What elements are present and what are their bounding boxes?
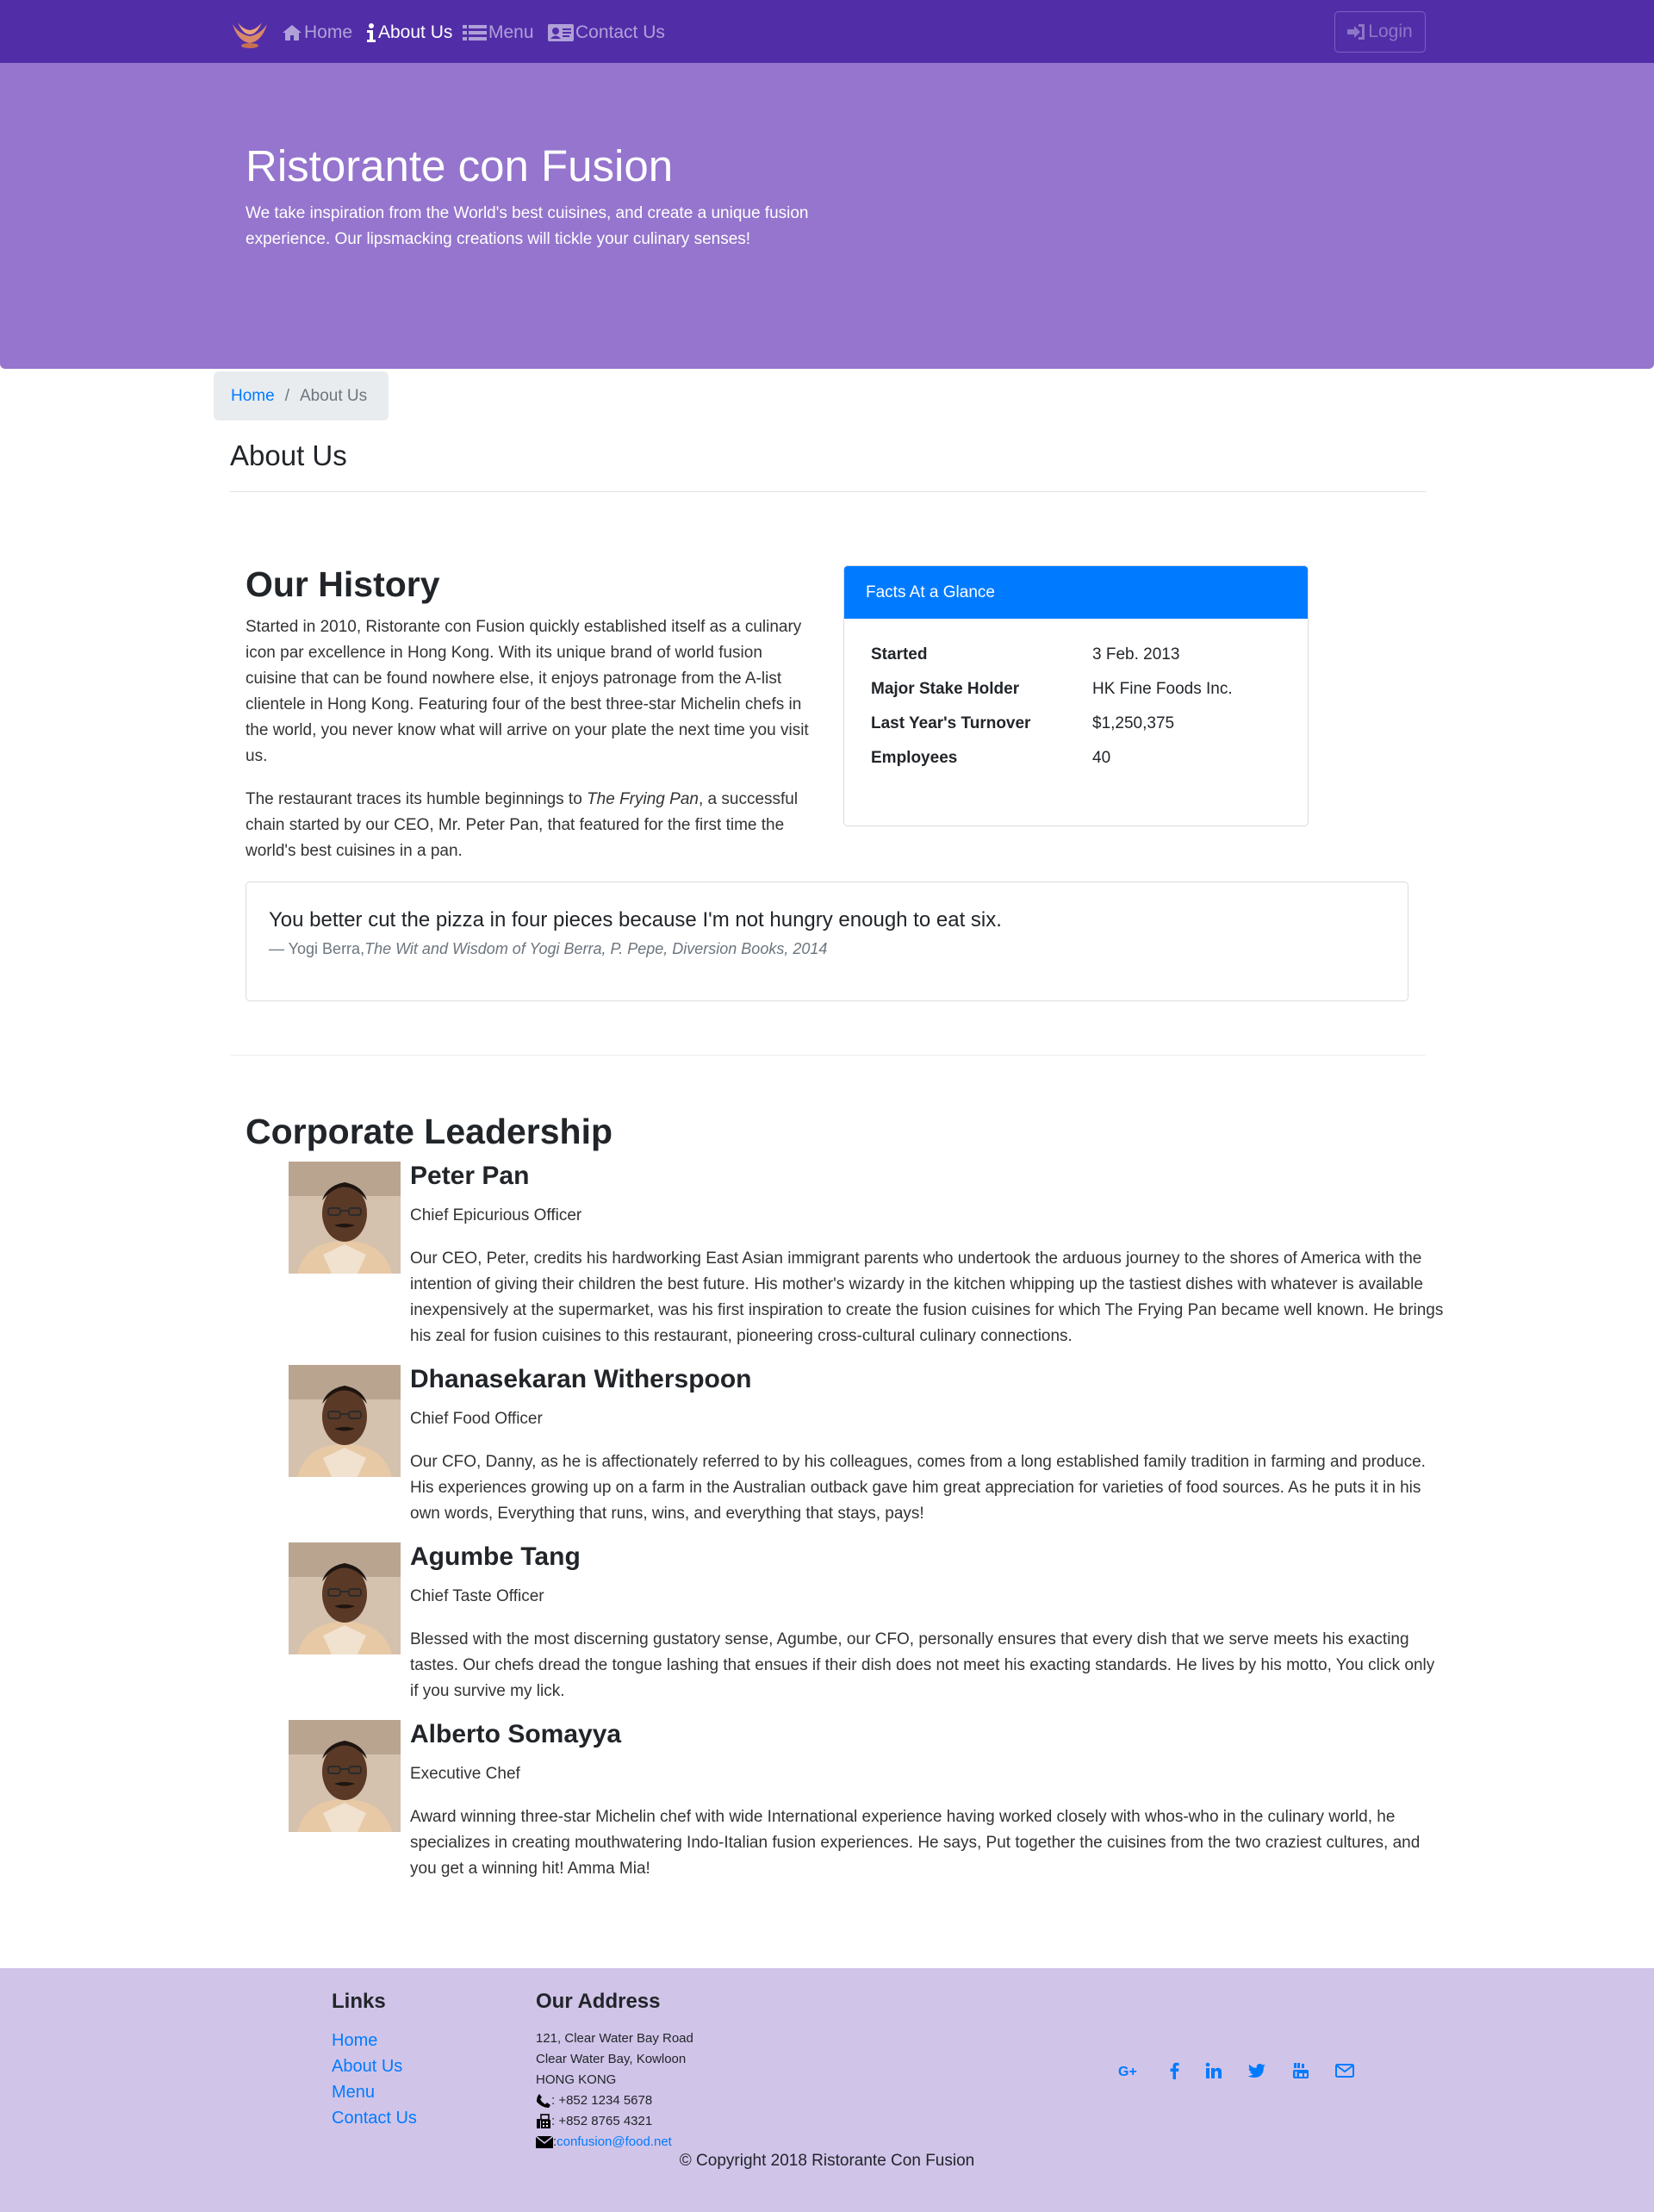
fact-label: Major Stake Holder: [871, 680, 1020, 698]
footer-address-heading: Our Address: [536, 1990, 661, 2013]
address-line: 121, Clear Water Bay Road: [536, 2031, 693, 2046]
envelope-icon: [536, 2135, 553, 2148]
history-paragraph-1: Started in 2010, Ristorante con Fusion q…: [246, 618, 809, 765]
address-line: HONG KONG: [536, 2072, 617, 2087]
brand-logo-icon[interactable]: [229, 16, 270, 50]
leader-role: Chief Taste Officer: [410, 1587, 544, 1605]
fact-value: 3 Feb. 2013: [1092, 645, 1180, 664]
linkedin-icon[interactable]: [1201, 2058, 1227, 2084]
fact-value: 40: [1092, 749, 1111, 767]
address-line: Clear Water Bay, Kowloon: [536, 2052, 687, 2066]
nav-home-label: Home: [304, 22, 353, 42]
google-plus-icon[interactable]: G+: [1117, 2058, 1143, 2084]
restaurant-tagline: We take inspiration from the World's bes…: [246, 204, 809, 248]
nav-about[interactable]: About Us: [366, 21, 452, 45]
avatar: [289, 1720, 401, 1832]
fact-label: Last Year's Turnover: [871, 714, 1031, 732]
facts-card-header: Facts At a Glance: [844, 566, 1308, 619]
fact-value: $1,250,375: [1092, 714, 1175, 732]
footer-link-about[interactable]: About Us: [332, 2053, 417, 2079]
history-heading: Our History: [246, 564, 440, 604]
fax-number: : +852 8765 4321: [551, 2114, 653, 2128]
breadcrumb-home-link[interactable]: Home: [231, 387, 275, 406]
divider: [230, 1055, 1426, 1056]
jumbotron: Ristorante con Fusion We take inspiratio…: [0, 63, 1654, 369]
list-icon: [463, 25, 487, 41]
navbar: Home About Us Menu Contact Us Login: [0, 0, 1654, 63]
mail-icon[interactable]: [1332, 2058, 1358, 2084]
facts-card: Facts At a Glance Started 3 Feb. 2013 Ma…: [843, 565, 1309, 826]
footer-links: Home About Us Menu Contact Us: [332, 2028, 417, 2131]
leader-name: Agumbe Tang: [410, 1542, 581, 1571]
footer: Links Home About Us Menu Contact Us Our …: [0, 1968, 1654, 2212]
login-label: Login: [1368, 22, 1413, 41]
facebook-icon[interactable]: [1161, 2058, 1187, 2084]
avatar: [289, 1365, 401, 1477]
phone-icon: [537, 2094, 550, 2108]
avatar: [289, 1162, 401, 1274]
nav-menu[interactable]: Menu: [463, 21, 534, 45]
info-icon: [367, 23, 376, 42]
fax-line: : +852 8765 4321: [536, 2111, 693, 2132]
leader-description: Our CEO, Peter, credits his hardworking …: [410, 1249, 1444, 1345]
svg-text:G+: G+: [1118, 2065, 1137, 2078]
quote-author: — Yogi Berra,: [269, 940, 365, 957]
breadcrumb: Home / About Us: [214, 371, 389, 421]
youtube-icon[interactable]: [1288, 2058, 1314, 2084]
fact-label: Started: [871, 645, 928, 664]
fact-label: Employees: [871, 749, 958, 767]
address-card-icon: [548, 24, 574, 41]
quote-text: You better cut the pizza in four pieces …: [269, 908, 1002, 932]
quote-source: The Wit and Wisdom of Yogi Berra, P. Pep…: [364, 940, 828, 957]
fax-icon: [537, 2114, 550, 2128]
nav-contact-label: Contact Us: [575, 22, 665, 42]
email-link[interactable]: confusion@food.net: [557, 2132, 672, 2153]
quote-card: You better cut the pizza in four pieces …: [246, 882, 1408, 1001]
avatar: [289, 1542, 401, 1654]
footer-link-menu[interactable]: Menu: [332, 2079, 417, 2105]
history-paragraph-2: The restaurant traces its humble beginni…: [246, 790, 799, 860]
breadcrumb-current: About Us: [299, 386, 368, 405]
footer-link-contact[interactable]: Contact Us: [332, 2105, 417, 2131]
divider: [230, 491, 1426, 492]
nav-contact[interactable]: Contact Us: [548, 21, 665, 45]
quote-attribution: — Yogi Berra,The Wit and Wisdom of Yogi …: [269, 940, 827, 958]
phone-line: : +852 1234 5678: [536, 2090, 693, 2111]
breadcrumb-separator: /: [284, 386, 289, 405]
nav-menu-label: Menu: [488, 22, 534, 42]
leader-description: Award winning three-star Michelin chef w…: [410, 1808, 1421, 1878]
leadership-heading: Corporate Leadership: [246, 1112, 613, 1151]
leader-role: Executive Chef: [410, 1765, 520, 1783]
nav-home[interactable]: Home: [282, 21, 352, 45]
leader-role: Chief Food Officer: [410, 1410, 543, 1428]
sign-in-icon: [1347, 24, 1365, 40]
leader-role: Chief Epicurious Officer: [410, 1206, 582, 1224]
footer-address: 121, Clear Water Bay Road Clear Water Ba…: [536, 2028, 693, 2153]
restaurant-title: Ristorante con Fusion: [246, 141, 674, 190]
page-title: About Us: [230, 439, 347, 471]
login-button[interactable]: Login: [1334, 11, 1426, 53]
fact-value: HK Fine Foods Inc.: [1092, 680, 1233, 698]
leader-name: Peter Pan: [410, 1162, 530, 1190]
leader-description: Our CFO, Danny, as he is affectionately …: [410, 1453, 1426, 1523]
copyright: © Copyright 2018 Ristorante Con Fusion: [679, 2152, 975, 2170]
home-icon: [283, 25, 302, 41]
frying-pan-name: The Frying Pan: [587, 790, 699, 808]
footer-link-home[interactable]: Home: [332, 2028, 417, 2053]
email-line: : confusion@food.net: [536, 2132, 693, 2153]
nav-about-label: About Us: [378, 22, 453, 42]
twitter-icon[interactable]: [1244, 2058, 1270, 2084]
footer-links-heading: Links: [332, 1990, 386, 2013]
phone-number: : +852 1234 5678: [551, 2093, 653, 2108]
leader-name: Alberto Somayya: [410, 1720, 622, 1748]
leader-description: Blessed with the most discerning gustato…: [410, 1630, 1435, 1700]
leader-name: Dhanasekaran Witherspoon: [410, 1365, 752, 1393]
